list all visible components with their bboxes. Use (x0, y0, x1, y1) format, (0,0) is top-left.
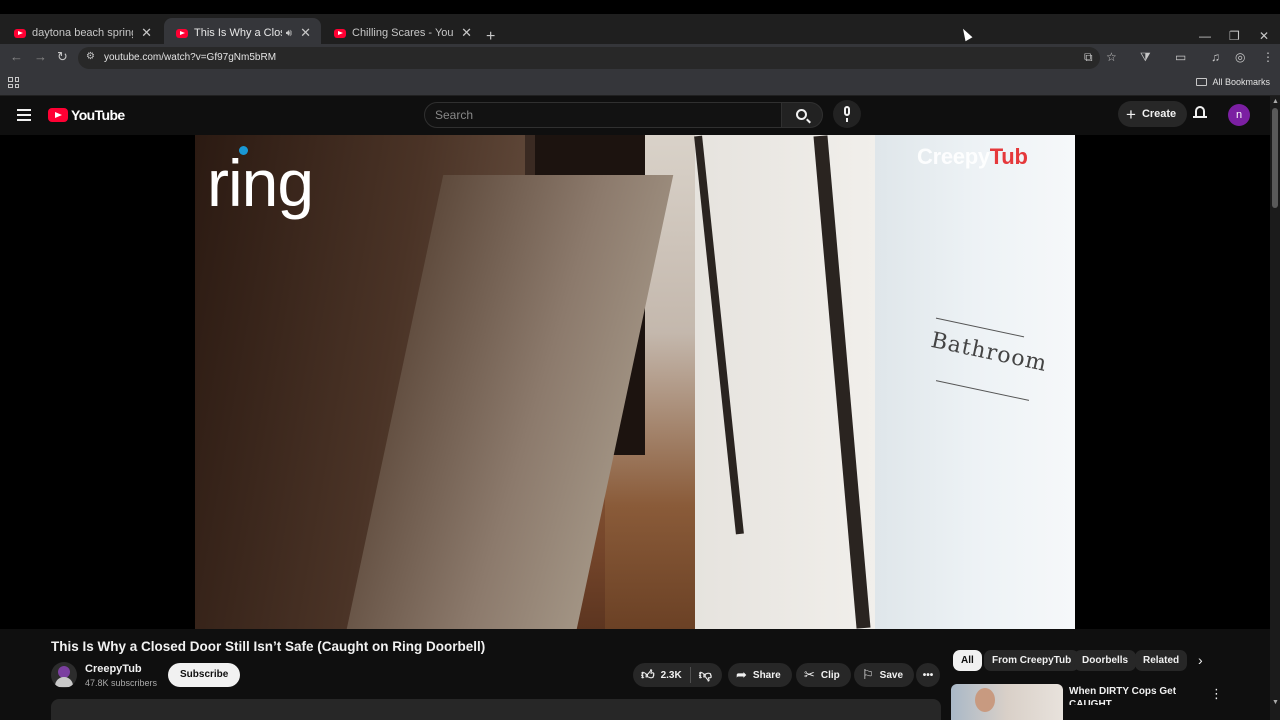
like-icon[interactable]: 👍︎ (641, 667, 655, 683)
ring-logo-overlay: ring (207, 146, 314, 220)
tab-title: This Is Why a Closed Door S (194, 27, 282, 39)
save-button[interactable]: ⚐ Save (854, 663, 915, 687)
search-icon (796, 109, 807, 120)
share-button[interactable]: ➦ Share (728, 663, 792, 687)
youtube-icon (14, 28, 26, 38)
save-label: Save (879, 669, 904, 681)
clip-button[interactable]: ✂ Clip (796, 663, 851, 687)
tab-title: daytona beach spring break 20 (32, 27, 133, 39)
site-info-icon[interactable]: ⚙ (86, 51, 98, 63)
like-dislike-group: 👍︎ 2.3K 👎︎ (633, 663, 722, 687)
subscribe-button[interactable]: Subscribe (168, 663, 241, 687)
forward-icon[interactable]: → (34, 49, 47, 64)
search-box[interactable] (424, 102, 782, 128)
page-scrollbar[interactable]: ▲ ▼ (1270, 96, 1280, 720)
create-button[interactable]: + Create (1118, 101, 1188, 127)
menu-icon[interactable] (17, 109, 31, 124)
bookmarks-bar: All Bookmarks (0, 72, 1280, 96)
channel-name[interactable]: CreepyTub (85, 663, 142, 675)
share-icon: ➦ (736, 667, 747, 682)
cast-icon[interactable]: ▭ (1175, 50, 1186, 64)
related-video-title[interactable]: When DIRTY Cops Get CAUGHT (1069, 685, 1199, 705)
account-avatar[interactable]: n (1228, 104, 1250, 126)
notifications-bell-icon[interactable] (1193, 105, 1207, 119)
close-tab-icon[interactable]: ✕ (461, 25, 472, 41)
close-tab-icon[interactable]: ✕ (141, 25, 152, 41)
like-count[interactable]: 2.3K (661, 670, 682, 681)
folder-icon (1196, 78, 1208, 86)
chevron-right-icon[interactable]: › (1198, 652, 1203, 668)
share-label: Share (752, 669, 781, 681)
youtube-icon (48, 108, 68, 122)
browser-tab-bar: daytona beach spring break 20 ✕ This Is … (0, 0, 1280, 48)
search-button[interactable] (781, 102, 823, 128)
chip-doorbells[interactable]: Doorbells (1074, 650, 1137, 671)
close-tab-icon[interactable]: ✕ (300, 25, 311, 41)
youtube-masthead: YouTube + Create n (0, 96, 1270, 135)
ring-logo-dot (239, 146, 248, 155)
chip-related[interactable]: Related (1135, 650, 1188, 671)
youtube-logo[interactable]: YouTube (48, 107, 125, 123)
subscriber-count: 47.8K subscribers (85, 678, 158, 688)
tab-title: Chilling Scares - YouTube (352, 27, 454, 39)
more-vertical-icon[interactable]: ⋮ (1210, 686, 1223, 702)
browser-menu-icon[interactable]: ⋮ (1262, 50, 1274, 64)
youtube-icon (176, 28, 188, 38)
youtube-wordmark: YouTube (71, 107, 125, 123)
chip-all[interactable]: All (953, 650, 982, 671)
reload-icon[interactable]: ↻ (57, 49, 68, 65)
address-bar[interactable]: ⚙ youtube.com/watch?v=Gf97gNm5bRM (78, 47, 1100, 69)
channel-watermark[interactable]: CreepyTub (917, 144, 1028, 170)
scrollbar-thumb[interactable] (1272, 108, 1278, 208)
media-controls-icon[interactable]: ♫ (1211, 50, 1220, 64)
all-bookmarks-button[interactable]: All Bookmarks (1196, 77, 1270, 87)
more-actions-button[interactable]: ••• (916, 663, 940, 687)
search-input[interactable] (425, 103, 781, 127)
youtube-icon (334, 28, 346, 38)
speaker-icon[interactable]: 🔊︎ (286, 28, 292, 39)
voice-search-button[interactable] (833, 100, 861, 128)
minimize-icon[interactable]: — (1199, 29, 1211, 43)
extensions-icon[interactable]: ⧩ (1140, 50, 1151, 65)
related-video-thumbnail[interactable] (951, 684, 1063, 720)
restore-icon[interactable]: ❐ (1229, 29, 1240, 43)
bookmark-star-icon[interactable]: ☆ (1106, 50, 1117, 64)
dislike-icon[interactable]: 👎︎ (699, 667, 712, 683)
address-toolbar: ← → ↻ ⚙ youtube.com/watch?v=Gf97gNm5bRM … (0, 44, 1280, 72)
url-text[interactable]: youtube.com/watch?v=Gf97gNm5bRM (104, 52, 276, 63)
clip-label: Clip (820, 669, 840, 681)
channel-avatar[interactable] (51, 662, 77, 688)
scissors-icon: ✂ (804, 667, 815, 682)
apps-grid-icon[interactable] (8, 77, 19, 88)
video-player[interactable]: ring CreepyTub Bathroom (195, 135, 1075, 629)
back-icon[interactable]: ← (10, 49, 23, 64)
bookmark-icon: ⚐ (862, 667, 874, 682)
create-label: Create (1141, 108, 1177, 120)
video-title: This Is Why a Closed Door Still Isn’t Sa… (51, 639, 486, 654)
chip-from-channel[interactable]: From CreepyTub (984, 650, 1080, 671)
close-window-icon[interactable]: ✕ (1259, 29, 1269, 43)
microphone-icon (844, 106, 850, 116)
plus-icon: + (1126, 104, 1136, 124)
description-box[interactable] (51, 699, 941, 720)
install-app-icon[interactable]: ⧉ (1084, 50, 1093, 65)
more-horizontal-icon: ••• (922, 669, 934, 681)
profile-icon[interactable]: ◎ (1235, 50, 1245, 64)
all-bookmarks-label: All Bookmarks (1212, 77, 1270, 87)
